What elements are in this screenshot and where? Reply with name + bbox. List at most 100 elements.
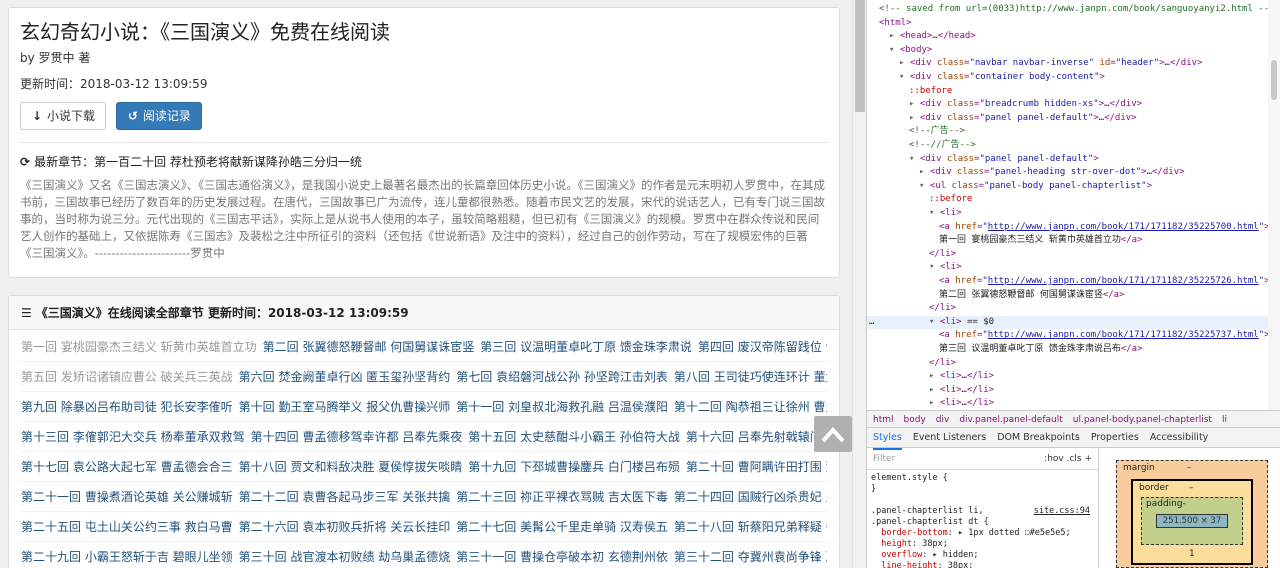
dom-node[interactable]: ▾ <ul class="panel-body panel-chapterlis… <box>919 180 1280 193</box>
dom-node[interactable]: <html> <box>879 17 1280 30</box>
chapter-link[interactable]: 第二十三回 祢正平裸衣骂贼 吉太医下毒 <box>456 490 668 504</box>
page-scrollbar-thumb[interactable] <box>855 0 865 112</box>
dom-node[interactable]: ▸ <div class="navbar navbar-inverse" id=… <box>899 57 1280 70</box>
chapter-link[interactable]: 第三回 议温明董卓叱丁原 馈金珠李肃说 <box>480 340 692 354</box>
dom-node[interactable]: ▸ <head>…</head> <box>889 30 1280 43</box>
dom-node[interactable]: ▸ <div class="breadcrumb hidden-xs">…</d… <box>909 98 1280 111</box>
chapter-link[interactable]: 第二十一回 曹操煮酒论英雄 关公赚城斩 <box>21 490 233 504</box>
chapter-link[interactable]: 第三十一回 曹操仓亭破本初 玄德荆州依 <box>456 550 668 564</box>
dom-node[interactable]: <!--广告--> <box>909 125 1280 138</box>
chapter-link[interactable]: 第八回 王司徒巧使连环计 董太师大闹凤 <box>674 370 827 384</box>
chapter-link[interactable]: 第五回 发矫诏诸镇应曹公 破关兵三英战 <box>21 370 233 384</box>
chapter-link[interactable]: 第十五回 太史慈酣斗小霸王 孙伯符大战 <box>468 430 680 444</box>
dom-node-selected[interactable]: … ▾ <li> == $0 <box>867 315 1280 329</box>
elements-scrollbar[interactable] <box>1268 0 1280 410</box>
chapter-link[interactable]: 第十六回 吕奉先射戟辕门 曹孟德败师水 <box>686 430 827 444</box>
tab-styles[interactable]: Styles <box>873 428 902 450</box>
style-line[interactable]: .panel-chapterlist dt { <box>867 517 1098 528</box>
elements-scrollbar-thumb[interactable] <box>1271 60 1277 100</box>
dom-node[interactable]: <a href="http://www.janpn.com/book/171/1… <box>939 221 1280 234</box>
back-to-top-button[interactable] <box>814 416 852 452</box>
book-author: by 罗贯中 著 <box>20 51 91 65</box>
dom-node[interactable]: ▾ <li> <box>929 207 1280 220</box>
chapter-link[interactable]: 第十回 勤王室马腾举义 报父仇曹操兴师 <box>239 400 451 414</box>
dom-node[interactable]: ▸ <li>…</li> <box>929 384 1280 397</box>
dom-node[interactable]: 第二回 张翼德怒鞭督邮 何国舅谋诛宦竖</a> <box>939 289 1280 302</box>
breadcrumb-item[interactable]: ul.panel-body.panel-chapterlist <box>1073 415 1212 425</box>
dom-node[interactable]: ▾ <body> <box>889 44 1280 57</box>
list-icon: ☰ <box>21 306 32 320</box>
chapter-link[interactable]: 第六回 焚金阙董卓行凶 匿玉玺孙坚背约 <box>239 370 451 384</box>
latest-chapter-label: 最新章节：第一百二十回 荐杜预老将献新谋降孙皓三分归一统 <box>34 155 362 169</box>
styles-filter-input[interactable]: Filter:hov .cls + <box>867 448 1098 470</box>
reading-history-button[interactable]: ↺ 阅读记录 <box>115 102 202 130</box>
dom-node[interactable]: ::before <box>909 85 1280 98</box>
chapter-link[interactable]: 第二十二回 袁曹各起马步三军 关张共擒 <box>239 490 451 504</box>
dom-node[interactable]: ▸ <li>…</li> <box>929 397 1280 410</box>
tab-accessibility[interactable]: Accessibility <box>1150 428 1208 448</box>
breadcrumb-item[interactable]: div <box>936 415 950 425</box>
dom-node[interactable]: <!--//广告--> <box>909 139 1280 152</box>
history-icon: ↺ <box>127 109 138 123</box>
dom-node[interactable]: ▸ <div class="panel-heading str-over-dot… <box>919 166 1280 179</box>
dom-node[interactable]: ::before <box>929 193 1280 206</box>
chapter-link[interactable]: 第四回 废汉帝陈留践位 谋董贼孟德献刀 <box>698 340 827 354</box>
chapter-link[interactable]: 第一回 宴桃园豪杰三结义 斩黄巾英雄首立功 <box>21 340 257 354</box>
chapter-link[interactable]: 第三十回 战官渡本初败绩 劫乌巢孟德烧 <box>239 550 451 564</box>
dom-node[interactable]: ▸ <div class="panel panel-default">…</di… <box>909 112 1280 125</box>
dom-node[interactable]: <a href="http://www.janpn.com/book/171/1… <box>939 275 1280 288</box>
style-line[interactable]: border-bottom: ▸ 1px dotted ☐#e5e5e5; <box>867 528 1098 539</box>
chapter-link[interactable]: 第二十回 曹阿瞒许田打围 董国舅内阁受 <box>686 460 827 474</box>
latest-chapter[interactable]: ⟳ 最新章节：第一百二十回 荐杜预老将献新谋降孙皓三分归一统 <box>20 153 828 171</box>
dom-node[interactable]: ▾ <div class="panel panel-default"> <box>909 153 1280 166</box>
style-line[interactable]: line-height: 38px; <box>867 561 1098 568</box>
styles-tools[interactable]: :hov .cls + <box>1044 448 1092 470</box>
dom-node[interactable]: </li> <box>929 248 1280 261</box>
style-line[interactable]: .panel-chapterlist li, site.css:94 <box>867 506 1098 517</box>
chapter-link[interactable]: 第十九回 下邳城曹操鏖兵 白门楼吕布殒 <box>468 460 680 474</box>
chapter-link[interactable]: 第十七回 袁公路大起七军 曹孟德会合三 <box>21 460 233 474</box>
chapter-link[interactable]: 第三十二回 夺冀州袁尚争锋 决漳河许攸 <box>674 550 827 564</box>
dom-node[interactable]: ▸ <li>…</li> <box>929 370 1280 383</box>
dom-node[interactable]: 第一回 宴桃园豪杰三结义 斩黄巾英雄首立功</a> <box>939 234 1280 247</box>
tab-dom-breakpoints[interactable]: DOM Breakpoints <box>997 428 1080 448</box>
style-line[interactable]: } <box>867 484 1098 495</box>
dom-node[interactable]: 第三回 议温明董卓叱丁原 馈金珠李肃说吕布</a> <box>939 343 1280 356</box>
style-line[interactable] <box>867 495 1098 506</box>
chapter-link[interactable]: 第十八回 贾文和料敌决胜 夏侯惇拔矢啖睛 <box>239 460 463 474</box>
chapter-link[interactable]: 第二十五回 屯土山关公约三事 救白马曹 <box>21 520 233 534</box>
style-line[interactable]: overflow: ▸ hidden; <box>867 550 1098 561</box>
dom-node[interactable]: <a href="http://www.janpn.com/book/171/1… <box>939 329 1280 342</box>
dom-node[interactable]: </li> <box>929 357 1280 370</box>
chapter-link[interactable]: 第二十六回 袁本初败兵折将 关云长挂印 <box>239 520 451 534</box>
update-time: 更新时间：2018-03-12 13:09:59 <box>20 77 208 91</box>
breadcrumb-item[interactable]: html <box>873 415 894 425</box>
breadcrumb-item[interactable]: li <box>1222 415 1227 425</box>
dom-node[interactable]: </li> <box>929 302 1280 315</box>
chapter-link[interactable]: 第二回 张翼德怒鞭督邮 何国舅谋诛宦竖 <box>263 340 475 354</box>
breadcrumb-item[interactable]: body <box>904 415 926 425</box>
chapter-link[interactable]: 第二十七回 美髯公千里走单骑 汉寿侯五 <box>456 520 668 534</box>
download-button[interactable]: ↓ 小说下载 <box>20 102 107 130</box>
dom-node[interactable]: ▾ <li> <box>929 261 1280 274</box>
elements-tree[interactable]: <!-- saved from url=(0033)http://www.jan… <box>867 0 1280 410</box>
chapter-link[interactable]: 第二十八回 斩蔡阳兄弟释疑 会古城主臣 <box>674 520 827 534</box>
tab-properties[interactable]: Properties <box>1091 428 1139 448</box>
dom-node[interactable]: ▾ <div class="container body-content"> <box>899 71 1280 84</box>
dom-node[interactable]: <!-- saved from url=(0033)http://www.jan… <box>879 3 1280 16</box>
chapter-link[interactable]: 第七回 袁绍磐河战公孙 孙坚跨江击刘表 <box>456 370 668 384</box>
chapter-link[interactable]: 第十一回 刘皇叔北海救孔融 吕温侯濮阳 <box>456 400 668 414</box>
chapter-link[interactable]: 第十三回 李傕郭汜大交兵 杨奉董承双救驾 <box>21 430 245 444</box>
style-line[interactable]: element.style { <box>867 473 1098 484</box>
tab-event-listeners[interactable]: Event Listeners <box>913 428 986 448</box>
chapter-link[interactable]: 第十二回 陶恭祖三让徐州 曹孟德大战吕 <box>674 400 827 414</box>
chapter-link[interactable]: 第二十四回 国贼行凶杀贵妃 皇叔败走投 <box>674 490 827 504</box>
devtools-panel: <!-- saved from url=(0033)http://www.jan… <box>866 0 1280 568</box>
chapter-link[interactable]: 第二十九回 小霸王怒斩于吉 碧眼儿坐领 <box>21 550 233 564</box>
style-line[interactable]: height: 38px; <box>867 539 1098 550</box>
chapter-link[interactable]: 第十四回 曹孟德移驾幸许都 吕奉先乘夜 <box>251 430 463 444</box>
refresh-icon: ⟳ <box>20 155 31 169</box>
chapter-link[interactable]: 第九回 除暴凶吕布助司徒 犯长安李傕听 <box>21 400 233 414</box>
page-scrollbar[interactable] <box>852 0 866 568</box>
breadcrumb-item[interactable]: div.panel.panel-default <box>959 415 1062 425</box>
